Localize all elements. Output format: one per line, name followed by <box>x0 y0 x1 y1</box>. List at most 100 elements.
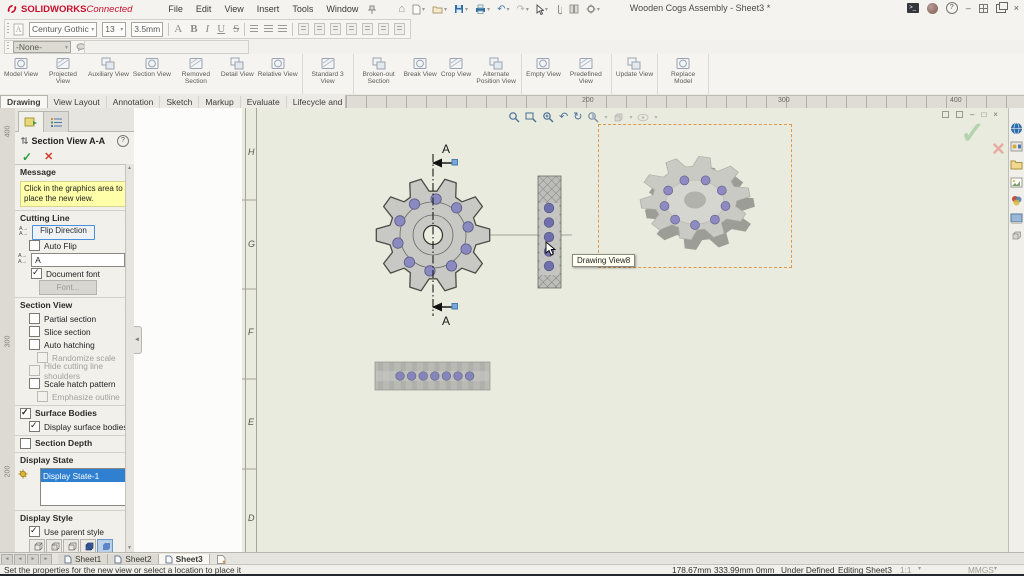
custom-properties-icon[interactable] <box>1010 230 1023 243</box>
section-label-input[interactable]: A <box>31 253 125 267</box>
bold-button[interactable]: B <box>190 23 197 35</box>
settings-gear-icon[interactable]: ▾ <box>586 4 600 14</box>
display-state-item[interactable]: Display State-1 <box>41 469 128 482</box>
sheet-tab-sheet3[interactable]: Sheet3 <box>159 554 210 565</box>
section-header-display-state[interactable]: Display State∧ <box>15 452 134 467</box>
slice-section-checkbox[interactable]: Slice section <box>15 325 134 338</box>
menu-tools[interactable]: Tools <box>292 4 313 14</box>
auto-flip-checkbox[interactable]: Auto Flip <box>15 239 134 252</box>
units-caret-icon[interactable]: ▾ <box>994 565 997 572</box>
ribbon-button-standard-3-view[interactable]: Standard 3 View <box>305 54 351 94</box>
tab-evaluate[interactable]: Evaluate <box>241 96 287 108</box>
strike-button[interactable]: S <box>233 23 239 35</box>
last-sheet-button[interactable]: ► <box>40 554 52 565</box>
font-color-button[interactable]: A <box>174 23 182 35</box>
layer-select[interactable]: -None-▾ <box>13 41 71 53</box>
minimize-button[interactable]: – <box>966 3 971 13</box>
surface-bodies-checkbox[interactable] <box>20 408 31 419</box>
zoom-area-icon[interactable] <box>525 111 537 123</box>
cancel-button[interactable]: ✕ <box>44 152 53 162</box>
design-library-icon[interactable] <box>1010 140 1023 153</box>
side-view-preview[interactable] <box>375 362 490 390</box>
number-list-icon[interactable] <box>346 23 357 35</box>
font-button[interactable]: Font... <box>39 280 97 295</box>
add-sheet-button[interactable] <box>216 554 227 565</box>
section-tool-icon[interactable] <box>587 111 599 123</box>
ribbon-button-replace-model[interactable]: Replace Model <box>660 54 706 94</box>
restore-button[interactable] <box>996 4 1006 13</box>
sheet-tab-sheet1[interactable]: Sheet1 <box>58 554 108 565</box>
tab-view-layout[interactable]: View Layout <box>48 96 107 108</box>
ribbon-button-break-view[interactable]: Break View <box>402 54 439 94</box>
ribbon-button-relative-view[interactable]: Relative View <box>256 54 300 94</box>
no-wrap-icon[interactable] <box>314 23 325 35</box>
tab-annotation[interactable]: Annotation <box>107 96 161 108</box>
zoom-in-out-icon[interactable] <box>542 111 554 123</box>
sheet-tab-sheet2[interactable]: Sheet2 <box>108 554 158 565</box>
indent-increase-icon[interactable] <box>378 23 389 35</box>
columns-icon[interactable] <box>569 4 579 14</box>
ribbon-button-auxiliary-view[interactable]: Auxiliary View <box>86 54 131 94</box>
line-spacing-icon[interactable] <box>394 23 405 35</box>
ribbon-button-section-view[interactable]: Section View <box>131 54 173 94</box>
menu-window[interactable]: Window <box>326 4 358 14</box>
tab-property-manager[interactable] <box>18 111 44 132</box>
first-sheet-button[interactable]: ◄ <box>1 554 13 565</box>
bullet-list-icon[interactable] <box>330 23 341 35</box>
pin-icon[interactable] <box>368 5 376 14</box>
panel-collapse-handle[interactable]: ◄ <box>134 326 142 354</box>
redo-button[interactable]: ↷▾ <box>516 4 528 15</box>
ribbon-button-model-view[interactable]: Model View <box>2 54 40 94</box>
print-button[interactable]: ▾ <box>475 4 490 14</box>
menu-view[interactable]: View <box>224 4 243 14</box>
align-left-button[interactable] <box>250 25 259 34</box>
user-avatar[interactable] <box>927 3 938 14</box>
underline-button[interactable]: U <box>217 23 225 35</box>
panel-help-icon[interactable]: ? <box>117 135 129 147</box>
ribbon-button-update-view[interactable]: Update View <box>614 54 655 94</box>
tab-feature-tree[interactable] <box>43 111 69 132</box>
document-font-checkbox[interactable]: Document font <box>15 267 134 280</box>
home-button[interactable]: ⌂ <box>398 3 405 15</box>
open-button[interactable]: ▾ <box>432 5 447 14</box>
prev-sheet-button[interactable]: ◄ <box>14 554 26 565</box>
menu-insert[interactable]: Insert <box>257 4 280 14</box>
undo-button[interactable]: ↶▾ <box>497 4 509 15</box>
ribbon-button-crop-view[interactable]: Crop View <box>439 54 473 94</box>
menu-edit[interactable]: Edit <box>196 4 212 14</box>
rotate-view-icon[interactable]: ↻ <box>573 112 582 122</box>
scene-icon[interactable] <box>1010 212 1023 225</box>
tab-markup[interactable]: Markup <box>199 96 240 108</box>
section-header-section-depth[interactable]: Section Depth∨ <box>15 435 134 450</box>
section-header-cutting-line[interactable]: Cutting Line∧ <box>15 210 134 225</box>
section-handle-top[interactable] <box>452 160 458 166</box>
section-view-preview[interactable] <box>538 176 561 288</box>
ribbon-button-detail-view[interactable]: Detail View <box>219 54 256 94</box>
zoom-fit-icon[interactable] <box>508 111 520 123</box>
section-header-section-view[interactable]: Section View∧ <box>15 297 134 312</box>
help-icon[interactable]: ? <box>946 2 958 14</box>
select-tool-button[interactable]: ▾ <box>536 4 548 15</box>
align-center-button[interactable] <box>264 25 273 34</box>
file-explorer-icon[interactable] <box>1010 158 1023 171</box>
ok-button[interactable]: ✓ <box>22 152 32 162</box>
display-state-list[interactable]: Display State-1 <box>40 468 129 506</box>
attachment-icon[interactable] <box>555 4 562 15</box>
tab-drawing[interactable]: Drawing <box>0 95 48 108</box>
graphics-close-icon[interactable]: × <box>993 110 998 119</box>
appearances-icon[interactable] <box>1010 194 1023 207</box>
text-height-field[interactable]: 3.5mm <box>131 22 163 37</box>
section-header-display-style[interactable]: Display Style∧ <box>15 510 134 525</box>
close-button[interactable]: × <box>1014 3 1019 13</box>
graphics-area[interactable]: HGFED A A <box>242 108 1008 552</box>
3dexperience-icon[interactable] <box>1010 122 1023 135</box>
section-depth-checkbox[interactable] <box>20 438 31 449</box>
ribbon-button-removed-section[interactable]: Removed Section <box>173 54 219 94</box>
view-palette-icon[interactable] <box>1010 176 1023 189</box>
ribbon-button-broken-out-section[interactable]: Broken-out Section <box>356 54 402 94</box>
view-orientation-icon[interactable] <box>612 112 624 123</box>
align-right-button[interactable] <box>278 25 287 34</box>
ribbon-button-alternate-position-view[interactable]: Alternate Position View <box>473 54 519 94</box>
font-size-select[interactable]: 13▾ <box>102 22 126 37</box>
panel-scrollbar[interactable]: ▲▼ <box>125 164 134 552</box>
